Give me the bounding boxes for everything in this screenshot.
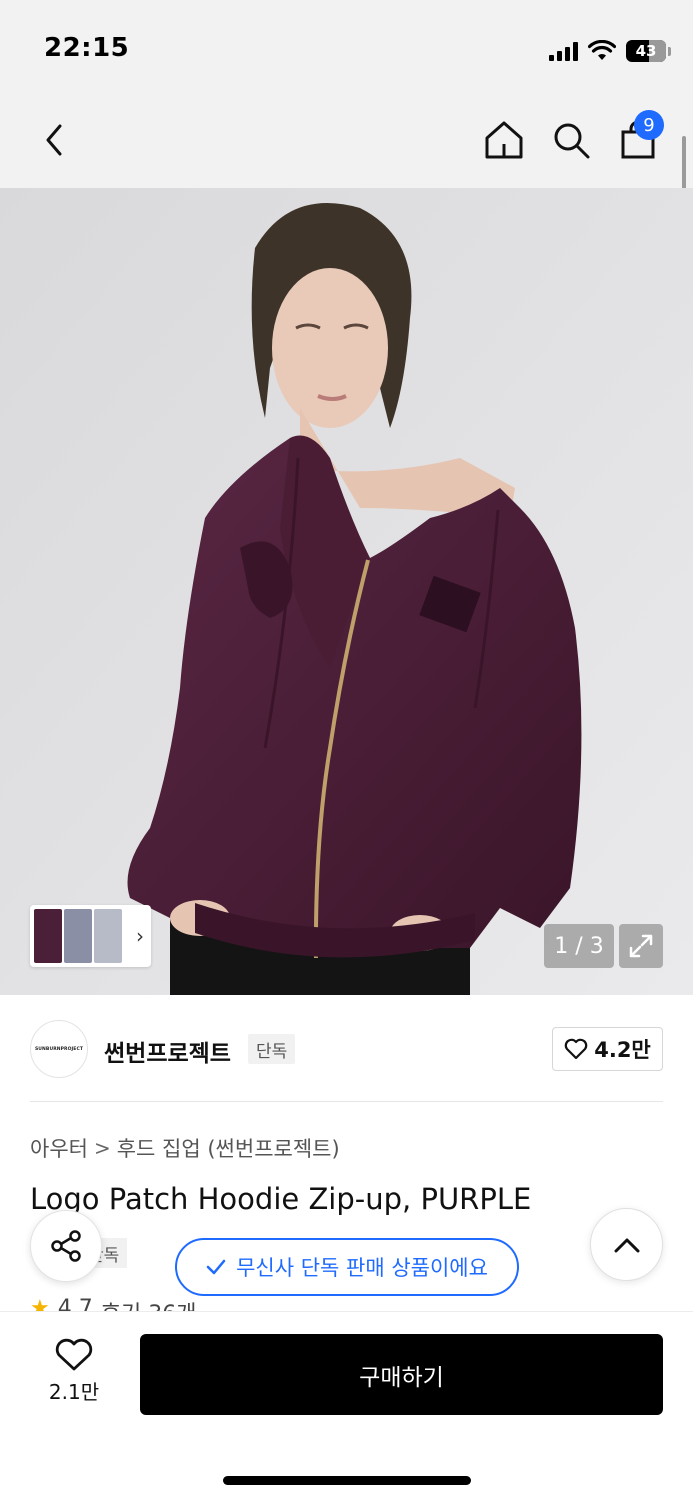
brand-logo[interactable]: SUNBURNPROJECT	[30, 1020, 88, 1078]
review-count: 후기 36개	[101, 1296, 197, 1312]
thumbnail-3[interactable]	[94, 909, 122, 963]
product-like-button[interactable]: 2.1만	[30, 1338, 118, 1408]
expand-icon	[629, 934, 653, 958]
top-nav-bar: 9	[0, 96, 693, 188]
buy-button[interactable]: 구매하기	[140, 1334, 663, 1415]
breadcrumb-category[interactable]: 아우터	[30, 1133, 88, 1163]
breadcrumb: 아우터 > 후드 집업 (썬번프로젝트)	[30, 1133, 340, 1163]
star-icon: ★	[30, 1296, 50, 1312]
chevron-right-icon: ›	[136, 924, 144, 948]
product-title: Logo Patch Hoodie Zip-up, PURPLE	[30, 1182, 532, 1216]
check-icon	[206, 1259, 226, 1275]
product-photo	[0, 188, 693, 995]
exclusive-notice-pill[interactable]: 무신사 단독 판매 상품이에요	[175, 1238, 519, 1296]
share-button[interactable]	[30, 1210, 102, 1282]
thumbnail-strip[interactable]: ›	[30, 905, 151, 967]
home-icon	[485, 121, 523, 159]
chevron-left-icon	[46, 124, 62, 156]
battery-icon: 43	[626, 40, 666, 62]
brand-like-count: 4.2만	[594, 1038, 651, 1062]
status-time: 22:15	[44, 33, 130, 63]
brand-like-button[interactable]: 4.2만	[552, 1027, 663, 1071]
rating-row[interactable]: ★ 4.7 후기 36개	[30, 1296, 196, 1312]
wifi-icon	[588, 40, 616, 60]
breadcrumb-separator: >	[93, 1136, 111, 1160]
cart-count-badge: 9	[634, 110, 664, 140]
product-image-gallery[interactable]: › 1 / 3	[0, 188, 693, 995]
heart-icon	[564, 1038, 588, 1060]
brand-row: SUNBURNPROJECT 썬번프로젝트 단독 4.2만	[30, 1020, 663, 1078]
image-page-counter: 1 / 3	[544, 924, 614, 968]
back-button[interactable]	[30, 116, 78, 164]
brand-name[interactable]: 썬번프로젝트	[104, 1034, 231, 1068]
home-button[interactable]	[480, 116, 528, 164]
thumbnail-1[interactable]	[34, 909, 62, 963]
brand-exclusive-tag: 단독	[248, 1034, 296, 1064]
search-button[interactable]	[547, 116, 595, 164]
product-like-count: 2.1만	[48, 1380, 100, 1404]
battery-level: 43	[635, 42, 657, 60]
cart-button[interactable]: 9	[614, 110, 664, 164]
status-icons: 43	[549, 36, 671, 66]
share-icon	[51, 1230, 81, 1262]
rating-value: 4.7	[57, 1296, 93, 1312]
cellular-signal-icon	[549, 41, 578, 61]
chevron-up-icon	[614, 1238, 639, 1252]
bottom-action-bar: 2.1만 구매하기	[0, 1311, 693, 1500]
heart-icon	[55, 1338, 93, 1371]
scroll-to-top-button[interactable]	[590, 1208, 663, 1281]
expand-image-button[interactable]	[619, 924, 663, 968]
status-bar: 22:15 43	[0, 0, 693, 96]
home-indicator[interactable]	[223, 1476, 471, 1485]
breadcrumb-subcategory[interactable]: 후드 집업 (썬번프로젝트)	[117, 1133, 340, 1163]
exclusive-notice-text: 무신사 단독 판매 상품이에요	[236, 1256, 488, 1280]
divider	[30, 1101, 663, 1102]
search-icon	[554, 123, 590, 159]
thumbnail-2[interactable]	[64, 909, 92, 963]
